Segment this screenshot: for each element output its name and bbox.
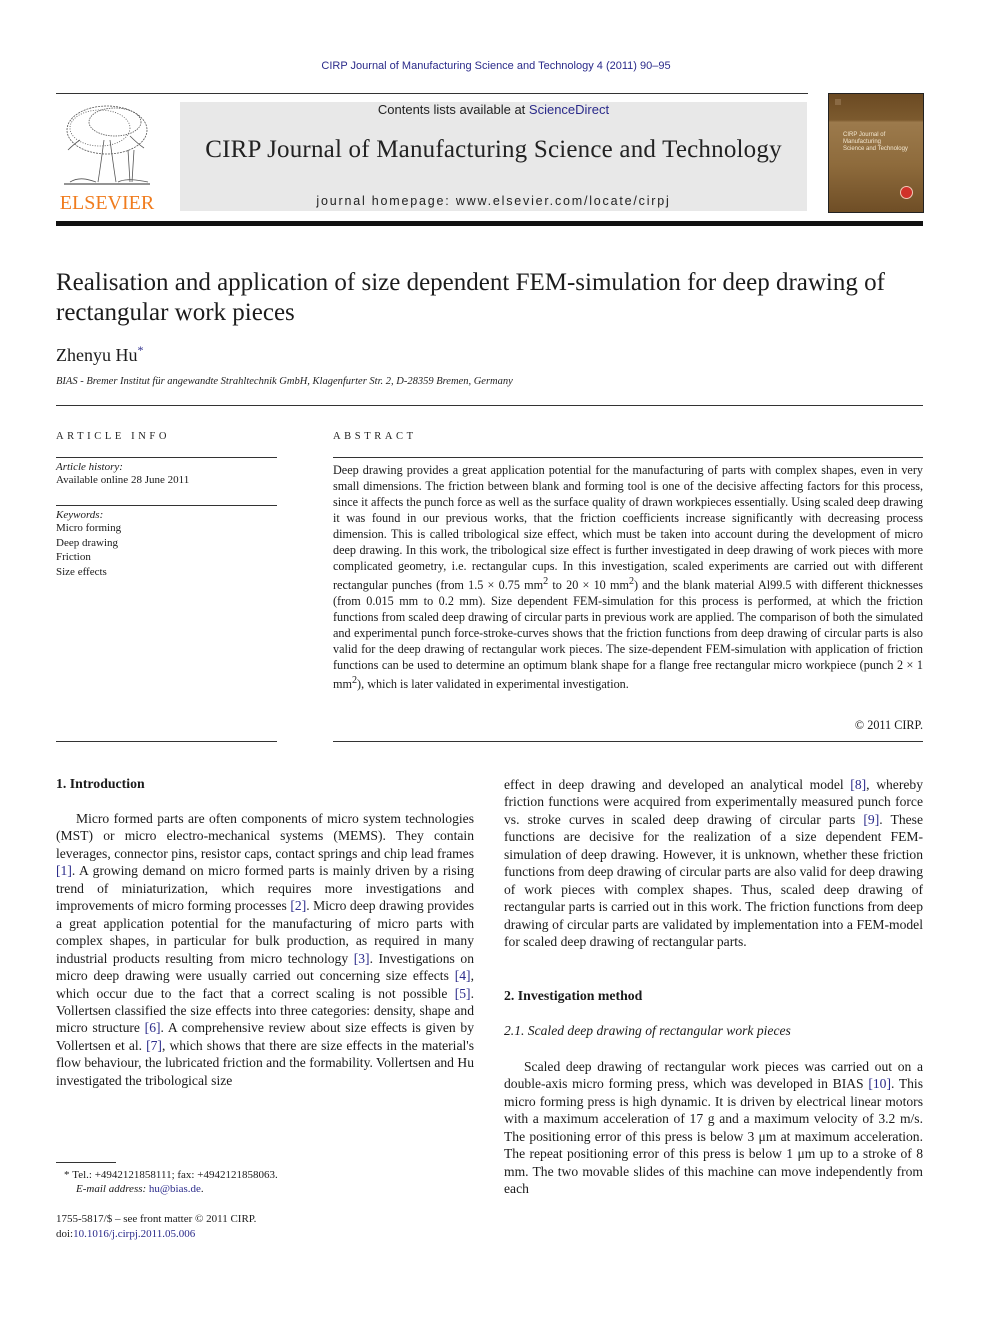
journal-homepage-link[interactable]: journal homepage: www.elsevier.com/locat… [180, 194, 807, 208]
citation-link[interactable]: [5] [455, 986, 471, 1001]
sciencedirect-link[interactable]: ScienceDirect [529, 102, 609, 117]
elsevier-tree-icon [64, 105, 150, 185]
citation-link[interactable]: [4] [455, 968, 471, 983]
citation-link[interactable]: [3] [354, 951, 370, 966]
abstract-copyright: © 2011 CIRP. [854, 718, 923, 732]
article-title: Realisation and application of size depe… [56, 269, 885, 326]
journal-title: CIRP Journal of Manufacturing Science an… [205, 136, 782, 163]
email-link[interactable]: hu@bias.de [149, 1183, 201, 1195]
publisher-name: ELSEVIER [59, 192, 155, 214]
running-head[interactable]: CIRP Journal of Manufacturing Science an… [0, 60, 992, 72]
citation-link[interactable]: [7] [146, 1038, 162, 1053]
doi-line: doi:10.1016/j.cirpj.2011.05.006 [56, 1228, 196, 1240]
elsevier-logo[interactable]: ELSEVIER [56, 100, 158, 215]
introduction-paragraph: Micro formed parts are often components … [56, 811, 475, 1088]
issn-line: 1755-5817/$ – see front matter © 2011 CI… [56, 1213, 257, 1225]
cover-mark-icon [835, 99, 841, 105]
keyword: Micro forming [56, 522, 122, 534]
abstract-rule [333, 457, 923, 458]
author-affiliation: BIAS - Bremer Institut für angewandte St… [56, 376, 513, 387]
citation-link[interactable]: [9] [863, 812, 879, 827]
abstract-text: Deep drawing provides a great applicatio… [333, 463, 923, 692]
keywords-block: Keywords: Micro forming Deep drawing Fri… [56, 509, 122, 578]
email-footnote: E-mail address: hu@bias.de. [76, 1183, 204, 1195]
contents-prefix: Contents lists available at [377, 102, 529, 117]
abstract-bottom-rule [333, 741, 923, 742]
keywords-rule [56, 505, 277, 506]
citation-link[interactable]: [10] [868, 1076, 891, 1091]
section-2-heading: 2. Investigation method [504, 988, 643, 1003]
method-paragraph: Scaled deep drawing of rectangular work … [504, 1059, 924, 1197]
masthead-bottom-rule [56, 221, 923, 226]
introduction-paragraph-continued: effect in deep drawing and developed an … [504, 777, 923, 950]
citation-link[interactable]: [8] [850, 777, 866, 792]
cirp-emblem-icon [900, 186, 913, 199]
footnote-rule [56, 1162, 116, 1163]
section-1-heading: 1. Introduction [56, 776, 145, 791]
keyword: Size effects [56, 565, 107, 578]
abstract-heading: ABSTRACT [333, 431, 417, 442]
keyword: Deep drawing [56, 536, 119, 549]
article-history: Article history: Available online 28 Jun… [56, 461, 190, 486]
article-info-rule [56, 457, 277, 458]
journal-banner: Contents lists available at ScienceDirec… [180, 102, 807, 211]
cover-title: CIRP Journal of Manufacturing Science an… [843, 132, 908, 152]
author-footnote: * Tel.: +4942121858111; fax: +4942121858… [64, 1169, 278, 1181]
doi-link[interactable]: 10.1016/j.cirpj.2011.05.006 [73, 1228, 195, 1240]
journal-cover-image[interactable]: CIRP Journal of Manufacturing Science an… [828, 93, 924, 213]
keyword: Friction [56, 551, 91, 563]
subsection-2-1-heading: 2.1. Scaled deep drawing of rectangular … [504, 1023, 791, 1038]
author-footnote-mark[interactable]: * [137, 343, 143, 357]
article-info-bottom-rule [56, 741, 277, 742]
citation-link[interactable]: [1] [56, 863, 72, 878]
author-name: Zhenyu Hu* [56, 343, 144, 365]
contents-line: Contents lists available at ScienceDirec… [180, 102, 807, 117]
citation-link[interactable]: [6] [145, 1020, 161, 1035]
citation-link[interactable]: [2] [290, 898, 306, 913]
masthead-top-rule [56, 93, 808, 94]
title-block-rule [56, 405, 923, 406]
article-info-heading: ARTICLE INFO [56, 431, 171, 442]
